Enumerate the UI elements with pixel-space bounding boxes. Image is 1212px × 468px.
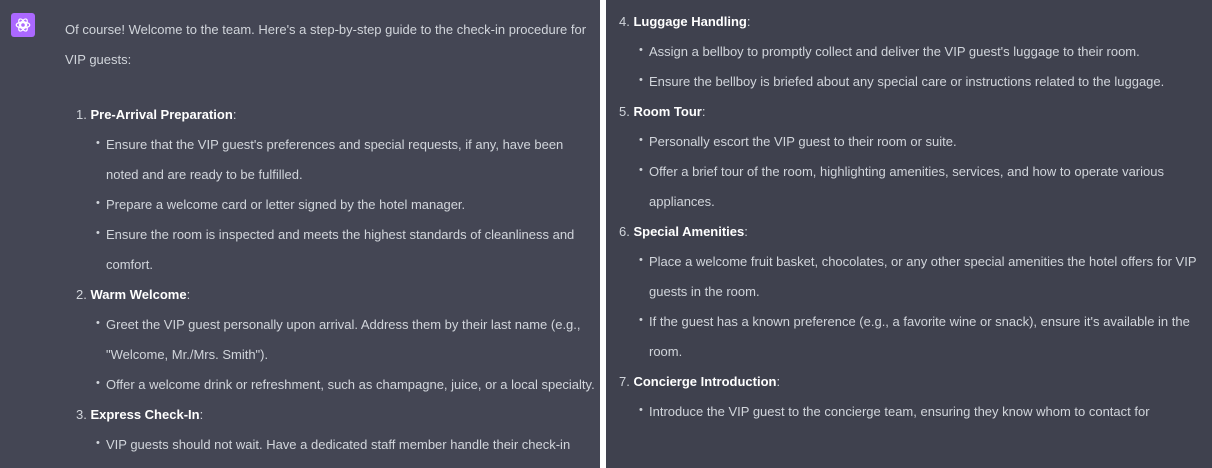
step-title: Room Tour: [633, 104, 702, 119]
step-title: Express Check-In: [90, 407, 200, 422]
step-item: 7. Concierge Introduction: Introduce the …: [619, 367, 1209, 427]
step-number: 5.: [619, 104, 630, 119]
bullet-list: Ensure that the VIP guest's preferences …: [76, 128, 596, 280]
step-number: 6.: [619, 224, 630, 239]
bullet-list: Assign a bellboy to promptly collect and…: [619, 35, 1209, 97]
bullet-item: Personally escort the VIP guest to their…: [639, 125, 1209, 157]
bullet-item: VIP guests should not wait. Have a dedic…: [96, 428, 596, 468]
openai-logo-icon: [15, 18, 31, 32]
step-title: Warm Welcome: [90, 287, 187, 302]
bullet-item: If the guest has a known preference (e.g…: [639, 305, 1209, 367]
step-number: 4.: [619, 14, 630, 29]
step-item: 1. Pre-Arrival Preparation: Ensure that t…: [76, 100, 596, 280]
chat-message-left: Of course! Welcome to the team. Here's a…: [0, 0, 600, 468]
step-heading: 7. Concierge Introduction:: [619, 374, 781, 389]
step-heading: 3. Express Check-In:: [76, 407, 204, 422]
step-item: 4. Luggage Handling: Assign a bellboy to …: [619, 7, 1209, 97]
step-heading: 5. Room Tour:: [619, 104, 706, 119]
step-number: 3.: [76, 407, 87, 422]
step-number: 7.: [619, 374, 630, 389]
step-heading: 6. Special Amenities:: [619, 224, 748, 239]
step-title: Special Amenities: [633, 224, 745, 239]
intro-text: Of course! Welcome to the team. Here's a…: [65, 22, 587, 67]
bullet-item: Offer a welcome drink or refreshment, su…: [96, 368, 596, 400]
step-item: 6. Special Amenities: Place a welcome fru…: [619, 217, 1209, 367]
step-title: Luggage Handling: [633, 14, 747, 29]
step-heading: 4. Luggage Handling:: [619, 14, 751, 29]
bullet-list: Introduce the VIP guest to the concierge…: [619, 395, 1209, 427]
bullet-list: Greet the VIP guest personally upon arri…: [76, 308, 596, 400]
steps-list: 4. Luggage Handling: Assign a bellboy to …: [619, 7, 1209, 427]
step-item: 2. Warm Welcome: Greet the VIP guest pers…: [76, 280, 596, 400]
step-title: Pre-Arrival Preparation: [90, 107, 233, 122]
bullet-item: Assign a bellboy to promptly collect and…: [639, 35, 1209, 67]
bullet-list: Place a welcome fruit basket, chocolates…: [619, 245, 1209, 367]
chat-message-right: 4. Luggage Handling: Assign a bellboy to …: [606, 0, 1212, 468]
bullet-item: Greet the VIP guest personally upon arri…: [96, 308, 596, 370]
bullet-item: Ensure the room is inspected and meets t…: [96, 218, 596, 280]
bullet-item: Introduce the VIP guest to the concierge…: [639, 395, 1209, 427]
step-heading: 1. Pre-Arrival Preparation:: [76, 107, 237, 122]
bullet-item: Ensure that the VIP guest's preferences …: [96, 128, 596, 190]
bullet-list: VIP guests should not wait. Have a dedic…: [76, 428, 596, 468]
bullet-item: Prepare a welcome card or letter signed …: [96, 188, 596, 220]
step-heading: 2. Warm Welcome:: [76, 287, 191, 302]
bullet-item: Offer a brief tour of the room, highligh…: [639, 155, 1209, 217]
step-item: 5. Room Tour: Personally escort the VIP g…: [619, 97, 1209, 217]
step-number: 2.: [76, 287, 87, 302]
bullet-item: Place a welcome fruit basket, chocolates…: [639, 245, 1209, 307]
bullet-list: Personally escort the VIP guest to their…: [619, 125, 1209, 217]
bullet-item: Ensure the bellboy is briefed about any …: [639, 65, 1209, 97]
assistant-avatar: [11, 13, 35, 37]
step-number: 1.: [76, 107, 87, 122]
step-item: 3. Express Check-In: VIP guests should no…: [76, 400, 596, 468]
steps-list: 1. Pre-Arrival Preparation: Ensure that t…: [76, 100, 596, 468]
step-title: Concierge Introduction: [633, 374, 777, 389]
